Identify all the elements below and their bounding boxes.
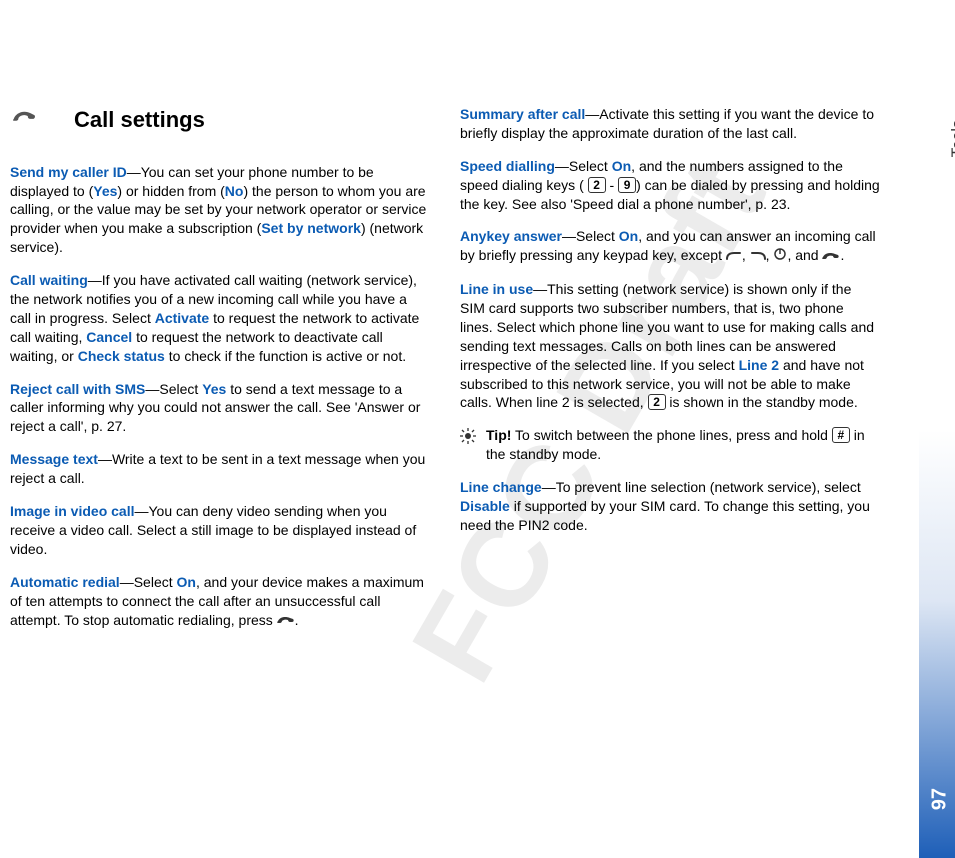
- p-message-text: Message text—Write a text to be sent in …: [10, 450, 430, 488]
- p-line-change: Line change—To prevent line selection (n…: [460, 478, 880, 535]
- text: —Select: [120, 574, 177, 590]
- val-check-status: Check status: [78, 348, 165, 364]
- text: —Select: [145, 381, 202, 397]
- right-column: Summary after call—Activate this setting…: [460, 105, 880, 644]
- term-line-change: Line change: [460, 479, 542, 495]
- text: To switch between the phone lines, press…: [511, 427, 831, 443]
- section-heading-row: Call settings: [10, 105, 430, 135]
- key-9-icon: 9: [618, 177, 636, 193]
- term-speed-dialling: Speed dialling: [460, 158, 555, 174]
- right-softkey-icon: [750, 247, 766, 266]
- text: .: [295, 612, 299, 628]
- val-set-by-network: Set by network: [261, 220, 361, 236]
- p-call-waiting: Call waiting—If you have activated call …: [10, 271, 430, 365]
- tip-icon: [460, 426, 478, 464]
- val-yes: Yes: [93, 183, 117, 199]
- tip-label: Tip!: [486, 427, 511, 443]
- p-reject-sms: Reject call with SMS—Select Yes to send …: [10, 380, 430, 437]
- term-call-waiting: Call waiting: [10, 272, 88, 288]
- tip-row: Tip! To switch between the phone lines, …: [460, 426, 880, 464]
- val-on: On: [177, 574, 196, 590]
- text: -: [606, 177, 618, 193]
- text: is shown in the standby mode.: [666, 394, 858, 410]
- p-summary-after-call: Summary after call—Activate this setting…: [460, 105, 880, 143]
- text: , and: [787, 247, 822, 263]
- power-key-icon: [773, 247, 787, 266]
- val-yes: Yes: [202, 381, 226, 397]
- val-no: No: [225, 183, 244, 199]
- tip-text: Tip! To switch between the phone lines, …: [486, 426, 880, 464]
- heading-call-settings: Call settings: [74, 105, 205, 135]
- end-key-icon: [822, 247, 840, 266]
- page-number: 97: [928, 788, 951, 810]
- text: to check if the function is active or no…: [165, 348, 406, 364]
- text: —Select: [555, 158, 612, 174]
- term-line-in-use: Line in use: [460, 281, 533, 297]
- p-auto-redial: Automatic redial—Select On, and your dev…: [10, 573, 430, 631]
- key-hash-icon: #: [832, 427, 850, 443]
- val-disable: Disable: [460, 498, 510, 514]
- p-speed-dialling: Speed dialling—Select On, and the number…: [460, 157, 880, 214]
- text: ) or hidden from (: [117, 183, 224, 199]
- text: —Select: [562, 228, 619, 244]
- left-column: Call settings Send my caller ID—You can …: [10, 105, 430, 644]
- p-anykey-answer: Anykey answer—Select On, and you can ans…: [460, 227, 880, 266]
- val-on: On: [619, 228, 638, 244]
- phone-icon: [10, 105, 46, 134]
- val-activate: Activate: [155, 310, 209, 326]
- term-image-video-call: Image in video call: [10, 503, 135, 519]
- term-send-caller-id: Send my caller ID: [10, 164, 127, 180]
- val-on: On: [612, 158, 631, 174]
- key-2-icon: 2: [588, 177, 606, 193]
- text: —To prevent line selection (network serv…: [542, 479, 861, 495]
- term-message-text: Message text: [10, 451, 98, 467]
- left-softkey-icon: [726, 247, 742, 266]
- text: if supported by your SIM card. To change…: [460, 498, 870, 533]
- end-key-icon: [277, 611, 295, 630]
- text: .: [840, 247, 844, 263]
- val-line-2: Line 2: [739, 357, 779, 373]
- page-content: Call settings Send my caller ID—You can …: [0, 0, 955, 674]
- term-auto-redial: Automatic redial: [10, 574, 120, 590]
- term-reject-sms: Reject call with SMS: [10, 381, 145, 397]
- key-2-icon: 2: [648, 394, 666, 410]
- term-anykey-answer: Anykey answer: [460, 228, 562, 244]
- p-line-in-use: Line in use—This setting (network servic…: [460, 280, 880, 412]
- p-image-video-call: Image in video call—You can deny video s…: [10, 502, 430, 559]
- p-send-caller-id: Send my caller ID—You can set your phone…: [10, 163, 430, 257]
- val-cancel: Cancel: [86, 329, 132, 345]
- term-summary-after-call: Summary after call: [460, 106, 585, 122]
